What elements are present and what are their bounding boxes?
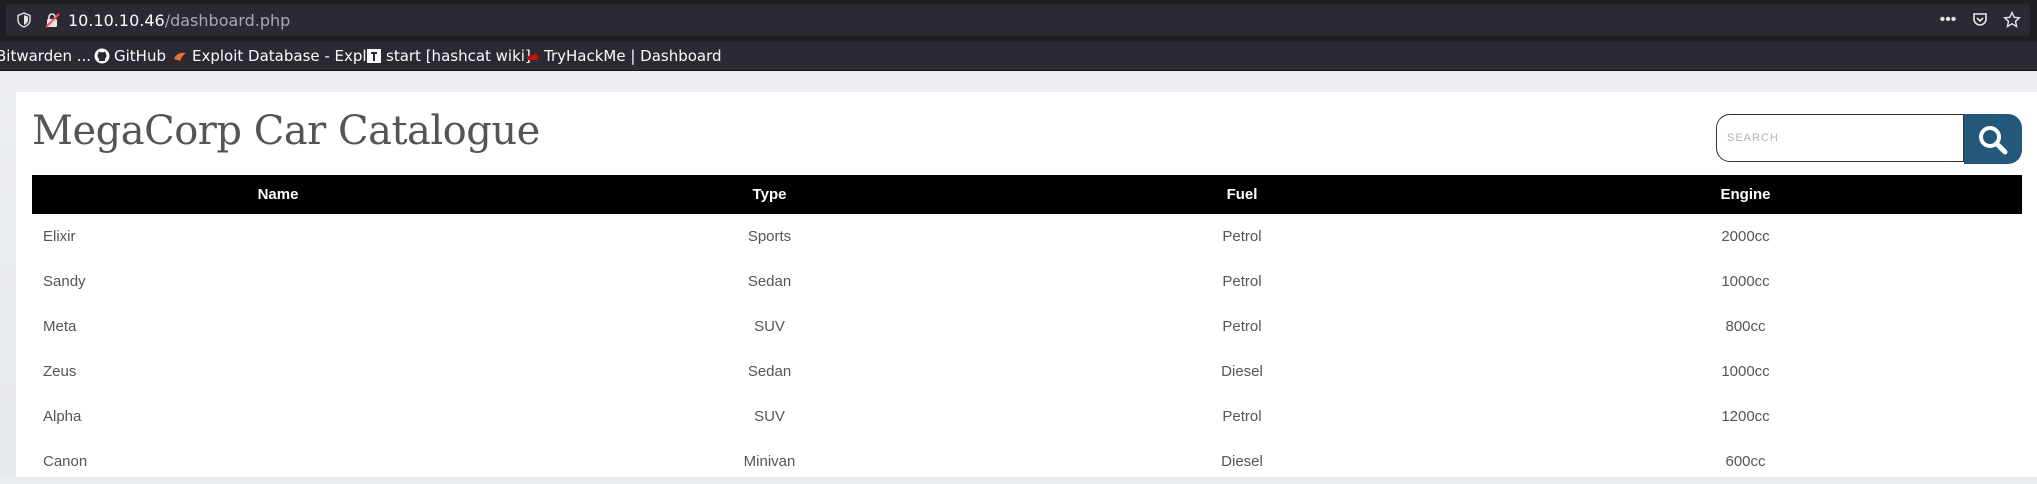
bookmark-bitwarden[interactable]: Bitwarden ... <box>0 46 91 66</box>
cell-engine: 1000cc <box>1721 363 1770 380</box>
bookmark-label: GitHub <box>114 47 166 65</box>
bookmark-label: start [hashcat wiki] <box>386 47 531 65</box>
table-header-row: Name Type Fuel Engine <box>32 175 2022 214</box>
cell-fuel: Diesel <box>1221 363 1263 380</box>
pocket-icon[interactable] <box>1970 11 1990 29</box>
table-row: Elixir Sports Petrol 2000cc <box>32 214 2022 259</box>
cell-name: Meta <box>43 318 77 335</box>
cell-type: Sports <box>747 228 792 245</box>
more-icon[interactable]: ••• <box>1938 11 1958 29</box>
cell-type: SUV <box>754 318 785 335</box>
cell-engine: 1000cc <box>1721 273 1770 290</box>
cell-fuel: Petrol <box>1222 228 1262 245</box>
page-title: MegaCorp Car Catalogue <box>32 108 540 154</box>
cell-type: SUV <box>754 408 785 425</box>
table-row: Alpha SUV Petrol 1200cc <box>32 394 2022 439</box>
car-catalog-table: Name Type Fuel Engine Elixir Sports Petr… <box>32 175 2022 484</box>
cell-name: Zeus <box>43 363 77 380</box>
shield-icon[interactable] <box>16 12 32 28</box>
column-header-name[interactable]: Name <box>32 175 524 214</box>
url-bar[interactable]: 10.10.10.46/dashboard.php ••• <box>6 4 2030 36</box>
star-icon[interactable] <box>2002 10 2022 29</box>
tryhackme-icon <box>527 53 539 60</box>
cell-fuel: Diesel <box>1221 453 1263 470</box>
table-row: Meta SUV Petrol 800cc <box>32 304 2022 349</box>
url-path: /dashboard.php <box>164 11 291 30</box>
url-text[interactable]: 10.10.10.46/dashboard.php <box>68 11 290 30</box>
search-icon <box>1979 126 2008 155</box>
table-row: Sandy Sedan Petrol 1000cc <box>32 259 2022 304</box>
cell-type: Sedan <box>747 363 792 380</box>
cell-fuel: Petrol <box>1222 273 1262 290</box>
bookmark-exploit-db[interactable]: Exploit Database - Expl... <box>172 46 381 66</box>
cell-name: Canon <box>43 453 88 470</box>
cell-type: Minivan <box>743 453 796 470</box>
search-input[interactable] <box>1716 114 1964 162</box>
bookmark-label: Bitwarden ... <box>0 47 92 65</box>
cell-fuel: Petrol <box>1222 408 1262 425</box>
cell-name: Elixir <box>43 228 76 245</box>
hashcat-icon <box>367 49 381 63</box>
column-header-fuel[interactable]: Fuel <box>1015 175 1469 214</box>
cell-engine: 800cc <box>1725 318 1766 335</box>
bookmark-label: Exploit Database - Expl... <box>192 47 381 65</box>
column-header-type[interactable]: Type <box>524 175 1015 214</box>
search-button[interactable] <box>1964 114 2022 164</box>
table-row: Canon Minivan Diesel 600cc <box>32 439 2022 484</box>
bookmark-tryhackme[interactable]: TryHackMe | Dashboard <box>524 46 722 66</box>
cell-name: Sandy <box>43 273 86 290</box>
insecure-lock-icon[interactable] <box>44 12 62 28</box>
browser-toolbar: 10.10.10.46/dashboard.php ••• <box>0 0 2037 42</box>
bookmarks-bar: Bitwarden ... GitHub Exploit Database - … <box>0 42 2037 71</box>
cell-name: Alpha <box>43 408 82 425</box>
cell-engine: 600cc <box>1725 453 1766 470</box>
bookmark-label: TryHackMe | Dashboard <box>544 47 722 65</box>
cell-engine: 2000cc <box>1721 228 1770 245</box>
bookmark-hashcat[interactable]: start [hashcat wiki] <box>366 46 531 66</box>
exploit-db-icon <box>174 52 186 61</box>
github-icon <box>94 48 110 64</box>
column-header-engine[interactable]: Engine <box>1469 175 2022 214</box>
bookmark-github[interactable]: GitHub <box>94 46 166 66</box>
cell-type: Sedan <box>747 273 792 290</box>
search-form <box>1716 114 2022 164</box>
cell-fuel: Petrol <box>1222 318 1262 335</box>
url-host: 10.10.10.46 <box>68 11 165 30</box>
cell-engine: 1200cc <box>1721 408 1770 425</box>
table-row: Zeus Sedan Diesel 1000cc <box>32 349 2022 394</box>
